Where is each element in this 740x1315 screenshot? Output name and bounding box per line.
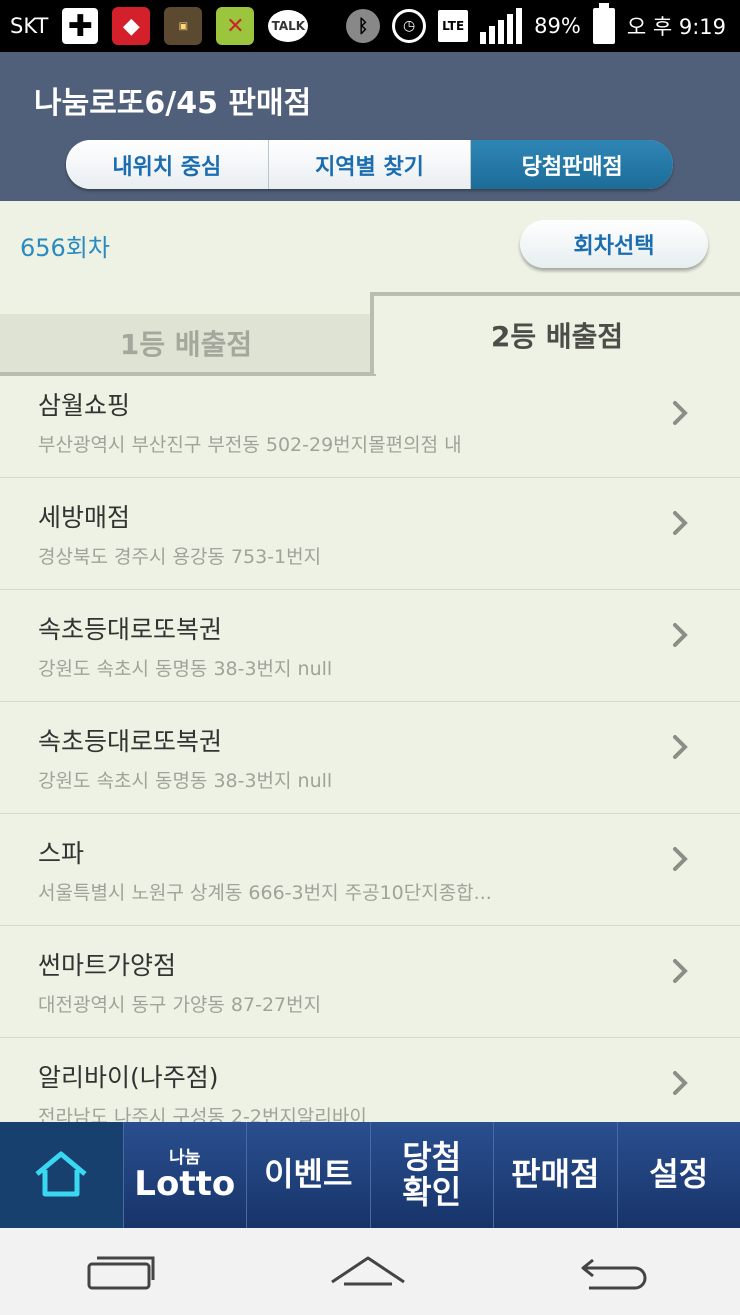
store-address: 경상북도 경주시 용강동 753-1번지 xyxy=(38,546,322,568)
app-header: 나눔로또6/45 판매점 내위치 중심 지역별 찾기 당첨판매점 xyxy=(0,52,740,201)
android-icon: ✕ xyxy=(216,7,255,45)
nav-check[interactable]: 당첨 확인 xyxy=(369,1122,494,1228)
store-name: 썬마트가양점 xyxy=(38,951,177,980)
store-address: 전라남도 나주시 구성동 2-2번지알리바이 xyxy=(38,1106,367,1122)
chevron-right-icon xyxy=(672,734,688,759)
nav-lotto[interactable]: 나눔 Lotto xyxy=(122,1122,247,1228)
talk-icon: TALK xyxy=(268,10,309,42)
chevron-right-icon xyxy=(672,622,688,647)
battery-icon xyxy=(592,3,615,44)
tab-second-prize[interactable]: 2등 배출점 xyxy=(370,292,740,374)
store-name: 속초등대로또복권 xyxy=(38,727,223,756)
list-item[interactable]: 알리바이(나주점) 전라남도 나주시 구성동 2-2번지알리바이 xyxy=(0,1038,740,1122)
tab-my-location[interactable]: 내위치 중심 xyxy=(66,140,268,189)
list-item[interactable]: 속초등대로또복권 강원도 속초시 동명동 38-3번지 null xyxy=(0,702,740,814)
store-name: 삼월쇼핑 xyxy=(38,391,131,420)
nav-stores[interactable]: 판매점 xyxy=(493,1122,617,1228)
store-list[interactable]: 삼월쇼핑 부산광역시 부산진구 부전동 502-29번지몰편의점 내 세방매점 … xyxy=(0,378,740,1122)
tab-winning-stores[interactable]: 당첨판매점 xyxy=(470,140,673,189)
status-bar: SKT ✚ ◆ ▣ ✕ TALK ᛒ ◷ LTE 89% 오 후 9:19 xyxy=(0,0,740,52)
battery-percent: 89% xyxy=(534,14,581,38)
recent-apps-icon[interactable] xyxy=(85,1252,157,1292)
store-address: 대전광역시 동구 가양동 87-27번지 xyxy=(38,994,322,1016)
signal-icon xyxy=(480,8,523,44)
bluetooth-icon: ᛒ xyxy=(346,9,381,43)
chevron-right-icon xyxy=(672,846,688,871)
rank-tabs: 1등 배출점 2등 배출점 xyxy=(0,292,740,378)
list-item[interactable]: 삼월쇼핑 부산광역시 부산진구 부전동 502-29번지몰편의점 내 xyxy=(0,378,740,478)
nav-home[interactable] xyxy=(0,1122,123,1228)
bottom-nav: 나눔 Lotto 이벤트 당첨 확인 판매점 설정 xyxy=(0,1122,740,1228)
tab-bar: 내위치 중심 지역별 찾기 당첨판매점 xyxy=(66,140,673,189)
store-name: 속초등대로또복권 xyxy=(38,615,223,644)
store-address: 서울특별시 노원구 상계동 666-3번지 주공10단지종합... xyxy=(38,882,492,904)
store-name: 세방매점 xyxy=(38,503,131,532)
store-address: 강원도 속초시 동명동 38-3번지 null xyxy=(38,770,333,792)
list-item[interactable]: 썬마트가양점 대전광역시 동구 가양동 87-27번지 xyxy=(0,926,740,1038)
nav-lotto-big: Lotto xyxy=(134,1163,236,1204)
clock: 오 후 9:19 xyxy=(626,15,726,39)
lte-icon: LTE xyxy=(438,10,469,42)
tab-first-prize[interactable]: 1등 배출점 xyxy=(0,314,376,376)
list-item[interactable]: 스파 서울특별시 노원구 상계동 666-3번지 주공10단지종합... xyxy=(0,814,740,926)
game-app-icon: ▣ xyxy=(164,7,203,45)
nav-settings[interactable]: 설정 xyxy=(616,1122,740,1228)
chevron-right-icon xyxy=(672,958,688,983)
chevron-right-icon xyxy=(672,1070,688,1095)
store-address: 부산광역시 부산진구 부전동 502-29번지몰편의점 내 xyxy=(38,434,462,456)
alarm-icon: ◷ xyxy=(392,9,427,43)
store-name: 알리바이(나주점) xyxy=(38,1063,219,1092)
page-title: 나눔로또6/45 판매점 xyxy=(34,86,312,121)
home-icon xyxy=(35,1151,87,1197)
home-button-icon[interactable] xyxy=(328,1252,408,1292)
carrier-label: SKT xyxy=(10,14,49,38)
system-nav-bar xyxy=(0,1228,740,1315)
round-select-button[interactable]: 회차선택 xyxy=(520,220,708,268)
list-item[interactable]: 세방매점 경상북도 경주시 용강동 753-1번지 xyxy=(0,478,740,590)
round-label: 656회차 xyxy=(20,234,110,262)
chevron-right-icon xyxy=(672,510,688,535)
list-item[interactable]: 속초등대로또복권 강원도 속초시 동명동 38-3번지 null xyxy=(0,590,740,702)
store-name: 스파 xyxy=(38,839,85,868)
back-icon[interactable] xyxy=(579,1252,655,1292)
tab-by-region[interactable]: 지역별 찾기 xyxy=(267,140,471,189)
red-app-icon: ◆ xyxy=(112,7,151,45)
chevron-right-icon xyxy=(672,400,688,425)
plus-icon: ✚ xyxy=(62,8,99,44)
nav-event[interactable]: 이벤트 xyxy=(246,1122,370,1228)
store-address: 강원도 속초시 동명동 38-3번지 null xyxy=(38,658,333,680)
